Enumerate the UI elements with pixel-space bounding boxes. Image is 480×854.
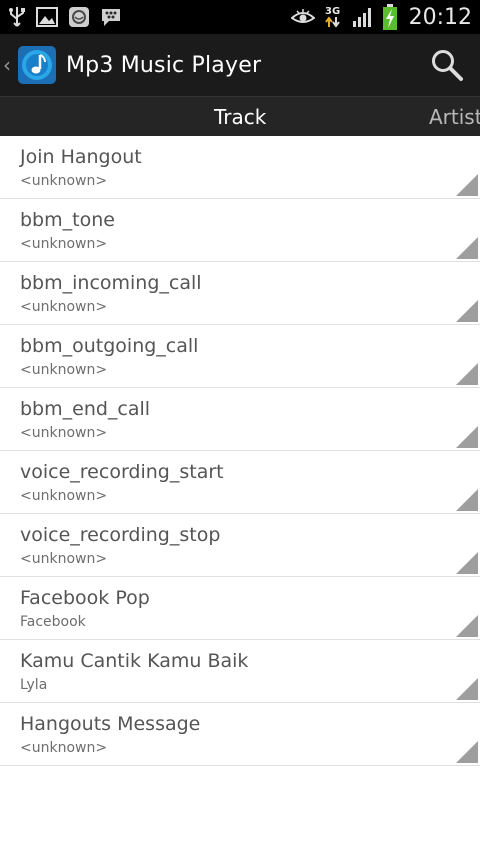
track-row[interactable]: bbm_outgoing_call <unknown>: [0, 325, 480, 388]
smart-stay-eye-icon: [290, 9, 315, 23]
search-icon[interactable]: [430, 48, 464, 82]
app-title: Mp3 Music Player: [66, 52, 262, 78]
tab-track[interactable]: Track: [214, 97, 266, 136]
track-artist: <unknown>: [20, 488, 108, 504]
context-menu-corner-icon[interactable]: [456, 363, 478, 385]
track-row[interactable]: bbm_end_call <unknown>: [0, 388, 480, 451]
signal-icon: [352, 8, 371, 27]
context-menu-corner-icon[interactable]: [456, 678, 478, 700]
track-list: Join Hangout <unknown> bbm_tone <unknown…: [0, 136, 480, 766]
data-indicator: 3G: [324, 5, 341, 28]
track-title: Join Hangout: [20, 146, 142, 168]
track-row[interactable]: voice_recording_stop <unknown>: [0, 514, 480, 577]
messenger-icon: [69, 7, 89, 27]
track-title: bbm_end_call: [20, 398, 151, 420]
context-menu-corner-icon[interactable]: [456, 174, 478, 196]
bbm-icon: [102, 9, 120, 26]
music-note-icon[interactable]: [17, 45, 57, 85]
track-title: bbm_outgoing_call: [20, 335, 199, 357]
tab-artist[interactable]: Artist: [429, 97, 480, 136]
track-row[interactable]: bbm_incoming_call <unknown>: [0, 262, 480, 325]
track-row[interactable]: Kamu Cantik Kamu Baik Lyla: [0, 640, 480, 703]
network-type-label: 3G: [325, 5, 341, 17]
track-artist: <unknown>: [20, 551, 108, 567]
track-row[interactable]: Facebook Pop Facebook: [0, 577, 480, 640]
status-bar: 3G 20:12: [0, 0, 480, 34]
track-title: voice_recording_start: [20, 461, 224, 483]
status-time: 20:12: [408, 4, 472, 30]
track-title: bbm_tone: [20, 209, 115, 231]
track-title: Hangouts Message: [20, 713, 201, 735]
image-icon: [36, 7, 58, 27]
track-row[interactable]: bbm_tone <unknown>: [0, 199, 480, 262]
notification-icons: [8, 6, 122, 28]
track-title: Facebook Pop: [20, 587, 150, 609]
track-artist: <unknown>: [20, 740, 108, 756]
context-menu-corner-icon[interactable]: [456, 741, 478, 763]
track-row[interactable]: Join Hangout <unknown>: [0, 136, 480, 199]
track-row[interactable]: Hangouts Message <unknown>: [0, 703, 480, 766]
track-title: bbm_incoming_call: [20, 272, 202, 294]
battery-charging-icon: [382, 4, 397, 30]
context-menu-corner-icon[interactable]: [456, 300, 478, 322]
track-title: Kamu Cantik Kamu Baik: [20, 650, 249, 672]
action-bar: ‹ Mp3 Music Player: [0, 34, 480, 96]
context-menu-corner-icon[interactable]: [456, 237, 478, 259]
track-artist: <unknown>: [20, 425, 108, 441]
track-artist: Lyla: [20, 677, 48, 693]
context-menu-corner-icon[interactable]: [456, 552, 478, 574]
track-artist: Facebook: [20, 614, 86, 630]
context-menu-corner-icon[interactable]: [456, 426, 478, 448]
track-row[interactable]: voice_recording_start <unknown>: [0, 451, 480, 514]
context-menu-corner-icon[interactable]: [456, 615, 478, 637]
track-artist: <unknown>: [20, 299, 108, 315]
track-title: voice_recording_stop: [20, 524, 221, 546]
track-artist: <unknown>: [20, 362, 108, 378]
usb-icon: [9, 7, 25, 27]
chevron-left-icon[interactable]: ‹: [3, 53, 15, 77]
context-menu-corner-icon[interactable]: [456, 489, 478, 511]
track-artist: <unknown>: [20, 236, 108, 252]
data-arrows-icon: [324, 15, 340, 28]
system-icons: 3G 20:12: [290, 4, 472, 30]
tab-bar: Track Artist: [0, 96, 480, 136]
track-artist: <unknown>: [20, 173, 108, 189]
